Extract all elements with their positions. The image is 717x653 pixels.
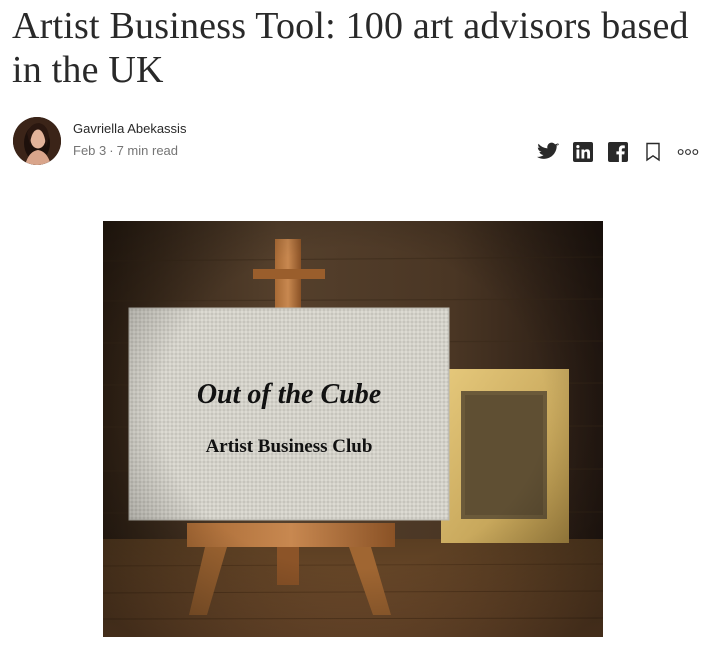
article-title: Artist Business Tool: 100 art advisors b… [12, 5, 689, 91]
canvas-subtitle: Artist Business Club [206, 436, 373, 457]
share-actions [537, 140, 699, 164]
author-name[interactable]: Gavriella Abekassis [73, 121, 186, 136]
more-icon[interactable] [677, 141, 699, 163]
hero-image: Out of the Cube Artist Business Club [103, 221, 603, 637]
article-meta: Feb 3 · 7 min read [73, 143, 178, 158]
twitter-icon[interactable] [537, 141, 559, 163]
read-time: 7 min read [116, 143, 179, 158]
canvas-title: Out of the Cube [197, 379, 381, 410]
facebook-icon[interactable] [607, 141, 629, 163]
publish-date: Feb 3 [73, 143, 107, 158]
linkedin-icon[interactable] [572, 141, 594, 163]
bookmark-icon[interactable] [642, 141, 664, 163]
author-avatar[interactable] [13, 117, 61, 165]
meta-separator: · [109, 143, 114, 158]
